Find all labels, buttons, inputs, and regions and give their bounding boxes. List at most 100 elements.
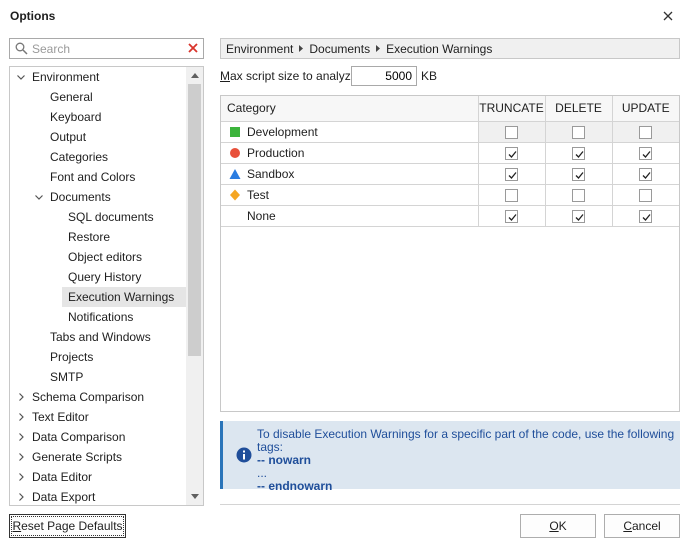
ok-mnemonic: O <box>549 519 559 533</box>
tree-item[interactable]: Data Export <box>10 487 186 505</box>
max-script-size-input[interactable] <box>351 66 417 86</box>
expand-chevron-down-icon[interactable] <box>34 187 44 207</box>
max-script-size-label: Max script size to analyze: <box>220 69 361 83</box>
expand-chevron-down-icon[interactable] <box>16 67 26 87</box>
update-checkbox[interactable] <box>639 125 653 139</box>
tree-item[interactable]: Data Comparison <box>10 427 186 447</box>
category-cell[interactable]: None <box>221 205 479 227</box>
tree-item[interactable]: Object editors <box>10 247 186 267</box>
truncate-cell <box>478 184 546 206</box>
table-row[interactable]: Sandbox <box>221 163 679 185</box>
tree-item[interactable]: SQL documents <box>10 207 186 227</box>
truncate-checkbox[interactable] <box>505 125 518 139</box>
breadcrumb-item[interactable]: Environment <box>226 42 293 56</box>
scroll-down-icon <box>190 494 199 499</box>
tree-item-label: Tabs and Windows <box>50 330 151 344</box>
tree-item[interactable]: Output <box>10 127 186 147</box>
truncate-checkbox[interactable] <box>505 167 518 181</box>
delete-checkbox[interactable] <box>572 209 585 223</box>
category-cell[interactable]: Production <box>221 142 479 164</box>
update-cell <box>612 163 679 185</box>
expand-chevron-right-icon[interactable] <box>16 467 26 487</box>
scroll-up-button[interactable] <box>186 67 203 84</box>
tree-item-label: Categories <box>50 150 109 164</box>
column-header-category[interactable]: Category <box>221 96 479 122</box>
column-header-delete[interactable]: DELETE <box>545 96 613 122</box>
search-input[interactable] <box>32 40 182 57</box>
tree-item[interactable]: Projects <box>10 347 186 367</box>
delete-cell <box>545 205 613 227</box>
tree-item[interactable]: Text Editor <box>10 407 186 427</box>
clear-search-icon[interactable] <box>187 42 199 54</box>
expand-chevron-right-icon[interactable] <box>16 447 26 467</box>
tree-item[interactable]: Environment <box>10 67 186 87</box>
tree-item[interactable]: Generate Scripts <box>10 447 186 467</box>
update-checkbox[interactable] <box>639 209 653 223</box>
expand-chevron-right-icon[interactable] <box>16 487 26 505</box>
category-cell[interactable]: Sandbox <box>221 163 479 185</box>
tree-item[interactable]: SMTP <box>10 367 186 387</box>
delete-checkbox[interactable] <box>572 125 585 139</box>
delete-cell <box>545 142 613 164</box>
tree-item-label: Restore <box>68 230 111 244</box>
tree-item-label: SQL documents <box>68 210 154 224</box>
truncate-cell <box>478 121 546 143</box>
truncate-checkbox[interactable] <box>505 209 518 223</box>
category-cell[interactable]: Development <box>221 121 479 143</box>
delete-checkbox[interactable] <box>572 188 585 202</box>
orange-diamond-icon <box>229 189 241 201</box>
table-row[interactable]: Development <box>221 121 679 143</box>
max-script-size-mnemonic: M <box>220 69 230 83</box>
update-checkbox[interactable] <box>639 167 653 181</box>
tree-item[interactable]: Execution Warnings <box>10 287 186 307</box>
tree-item[interactable]: Categories <box>10 147 186 167</box>
tree-item-label: Documents <box>50 190 111 204</box>
update-checkbox[interactable] <box>639 188 653 202</box>
tree-item-label: Data Comparison <box>32 430 126 444</box>
scroll-down-button[interactable] <box>186 488 203 505</box>
category-name: Production <box>247 145 305 160</box>
cancel-mnemonic: C <box>623 519 632 533</box>
reset-page-defaults-button[interactable]: Reset Page Defaults <box>9 514 126 538</box>
warnings-grid: Category TRUNCATE DELETE UPDATE Developm… <box>220 95 680 412</box>
truncate-cell <box>478 205 546 227</box>
truncate-checkbox[interactable] <box>505 188 518 202</box>
tree-item-label: Keyboard <box>50 110 102 124</box>
expand-chevron-right-icon[interactable] <box>16 407 26 427</box>
window-title: Options <box>10 9 56 23</box>
cancel-label: ancel <box>631 519 661 533</box>
tree-item[interactable]: Keyboard <box>10 107 186 127</box>
tree-item[interactable]: General <box>10 87 186 107</box>
tree-item[interactable]: Query History <box>10 267 186 287</box>
tree-item[interactable]: Data Editor <box>10 467 186 487</box>
expand-chevron-right-icon[interactable] <box>16 387 26 407</box>
tree-item[interactable]: Notifications <box>10 307 186 327</box>
column-header-update[interactable]: UPDATE <box>612 96 679 122</box>
cancel-button[interactable]: Cancel <box>604 514 680 538</box>
breadcrumb-item[interactable]: Documents <box>309 42 370 56</box>
delete-checkbox[interactable] <box>572 167 585 181</box>
scroll-thumb[interactable] <box>188 84 201 356</box>
tree-item-label: Schema Comparison <box>32 390 145 404</box>
category-cell[interactable]: Test <box>221 184 479 206</box>
tree-item[interactable]: Tabs and Windows <box>10 327 186 347</box>
delete-cell <box>545 163 613 185</box>
ok-button[interactable]: OK <box>520 514 596 538</box>
tree-item-label: Environment <box>32 70 100 84</box>
close-button[interactable] <box>656 4 680 28</box>
tree-item[interactable]: Schema Comparison <box>10 387 186 407</box>
tree-item[interactable]: Restore <box>10 227 186 247</box>
table-row[interactable]: Production <box>221 142 679 164</box>
delete-checkbox[interactable] <box>572 146 585 160</box>
truncate-checkbox[interactable] <box>505 146 518 160</box>
expand-chevron-right-icon[interactable] <box>16 427 26 447</box>
truncate-cell <box>478 142 546 164</box>
tree-item[interactable]: Font and Colors <box>10 167 186 187</box>
tree-scrollbar[interactable] <box>186 67 203 505</box>
update-checkbox[interactable] <box>639 146 653 160</box>
column-header-truncate[interactable]: TRUNCATE <box>478 96 546 122</box>
tree-item[interactable]: Documents <box>10 187 186 207</box>
info-icon <box>236 447 252 463</box>
table-row[interactable]: Test <box>221 184 679 206</box>
table-row[interactable]: None <box>221 205 679 227</box>
